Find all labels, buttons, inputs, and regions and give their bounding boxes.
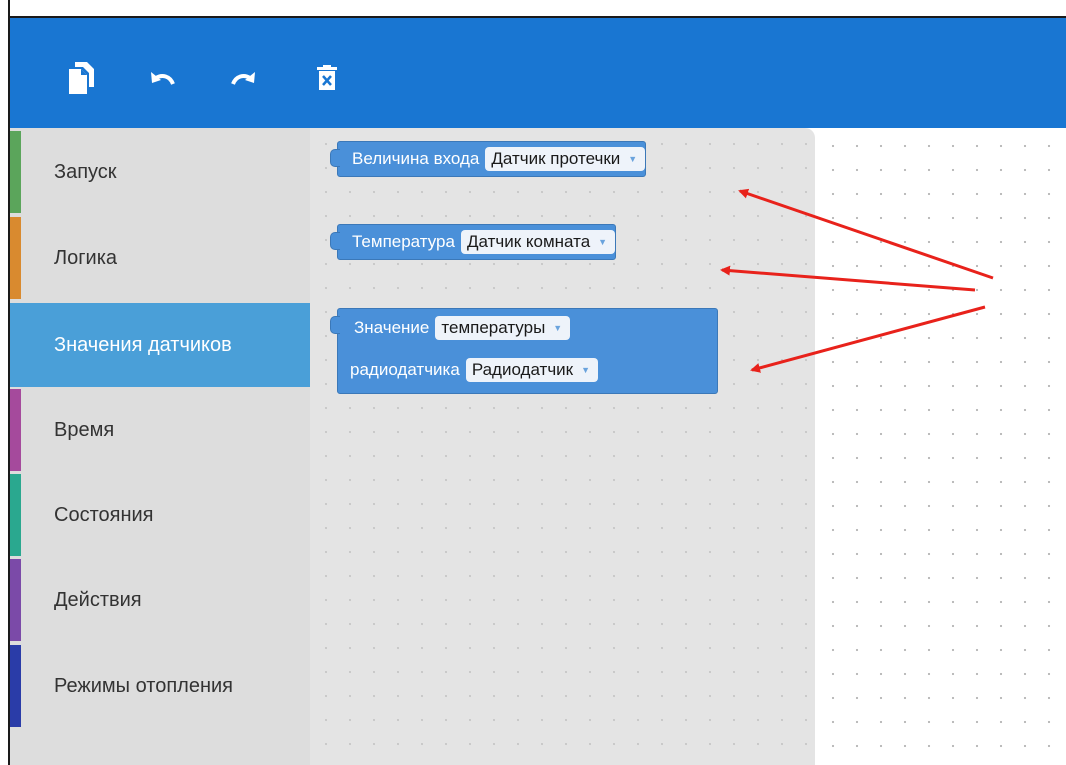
- trash-icon: [317, 65, 337, 90]
- dropdown-value: температуры: [441, 318, 546, 337]
- category-launch[interactable]: Запуск: [10, 130, 310, 214]
- block-connector: [330, 316, 340, 334]
- category-color-stripe: [10, 474, 21, 556]
- dropdown-value: Радиодатчик: [471, 360, 574, 379]
- dropdown-value: Датчик комната: [466, 232, 591, 251]
- block-text: радиодатчика: [350, 360, 460, 379]
- dropdown-caret-icon: ▼: [553, 323, 563, 333]
- category-color-stripe: [10, 389, 21, 471]
- block-text: Величина входа: [352, 149, 480, 168]
- block-connector: [330, 149, 340, 167]
- category-label: Состояния: [54, 503, 154, 526]
- category-label: Режимы отопления: [54, 674, 234, 697]
- category-color-stripe: [10, 217, 21, 299]
- block-row: Величина входа Датчик протечки ▼: [338, 142, 646, 176]
- block-temperature[interactable]: Температура Датчик комната ▼: [330, 224, 617, 260]
- category-label: Запуск: [54, 160, 117, 183]
- redo-button[interactable]: [226, 58, 260, 98]
- sensor-dropdown[interactable]: Датчик протечки ▼: [485, 147, 646, 171]
- category-label: Значения датчиков: [54, 333, 232, 356]
- workspace-canvas[interactable]: [815, 128, 1066, 765]
- redo-icon: [231, 72, 255, 85]
- block-input-value[interactable]: Величина входа Датчик протечки ▼: [330, 141, 647, 177]
- category-states[interactable]: Состояния: [10, 473, 310, 557]
- copy-button[interactable]: [64, 58, 98, 98]
- app-window: Запуск Логика Значения датчиков Время Со…: [0, 0, 1066, 765]
- toolbar: [10, 18, 1066, 128]
- category-heating-modes[interactable]: Режимы отопления: [10, 644, 310, 728]
- block-text: Значение: [354, 318, 430, 337]
- block-row: радиодатчика Радиодатчик ▼: [338, 347, 717, 393]
- category-color-stripe: [10, 645, 21, 727]
- category-label: Действия: [54, 588, 142, 611]
- dropdown-caret-icon: ▼: [628, 154, 638, 164]
- delete-button[interactable]: [310, 58, 344, 98]
- toolbox: Запуск Логика Значения датчиков Время Со…: [10, 128, 310, 765]
- block-text: Температура: [352, 232, 455, 251]
- undo-button[interactable]: [146, 58, 180, 98]
- category-time[interactable]: Время: [10, 388, 310, 472]
- dropdown-caret-icon: ▼: [598, 237, 608, 247]
- category-logic[interactable]: Логика: [10, 216, 310, 300]
- category-actions[interactable]: Действия: [10, 558, 310, 642]
- block-row: Температура Датчик комната ▼: [338, 225, 616, 259]
- category-label: Логика: [54, 246, 118, 269]
- parameter-dropdown[interactable]: температуры ▼: [435, 316, 571, 340]
- category-color-stripe: [10, 559, 21, 641]
- block-row: Значение температуры ▼: [338, 309, 717, 347]
- category-label: Время: [54, 418, 115, 441]
- category-sensor-values[interactable]: Значения датчиков: [10, 303, 310, 387]
- undo-icon: [151, 72, 175, 85]
- block-connector: [330, 232, 340, 250]
- dropdown-caret-icon: ▼: [581, 365, 591, 375]
- sensor-dropdown[interactable]: Радиодатчик ▼: [465, 358, 599, 382]
- dropdown-value: Датчик протечки: [491, 149, 621, 168]
- copy-icon: [69, 62, 94, 94]
- block-radio-sensor-value[interactable]: Значение температуры ▼ радиодатчика Ради…: [330, 308, 718, 394]
- sensor-dropdown[interactable]: Датчик комната ▼: [460, 230, 616, 254]
- category-color-stripe: [10, 131, 21, 213]
